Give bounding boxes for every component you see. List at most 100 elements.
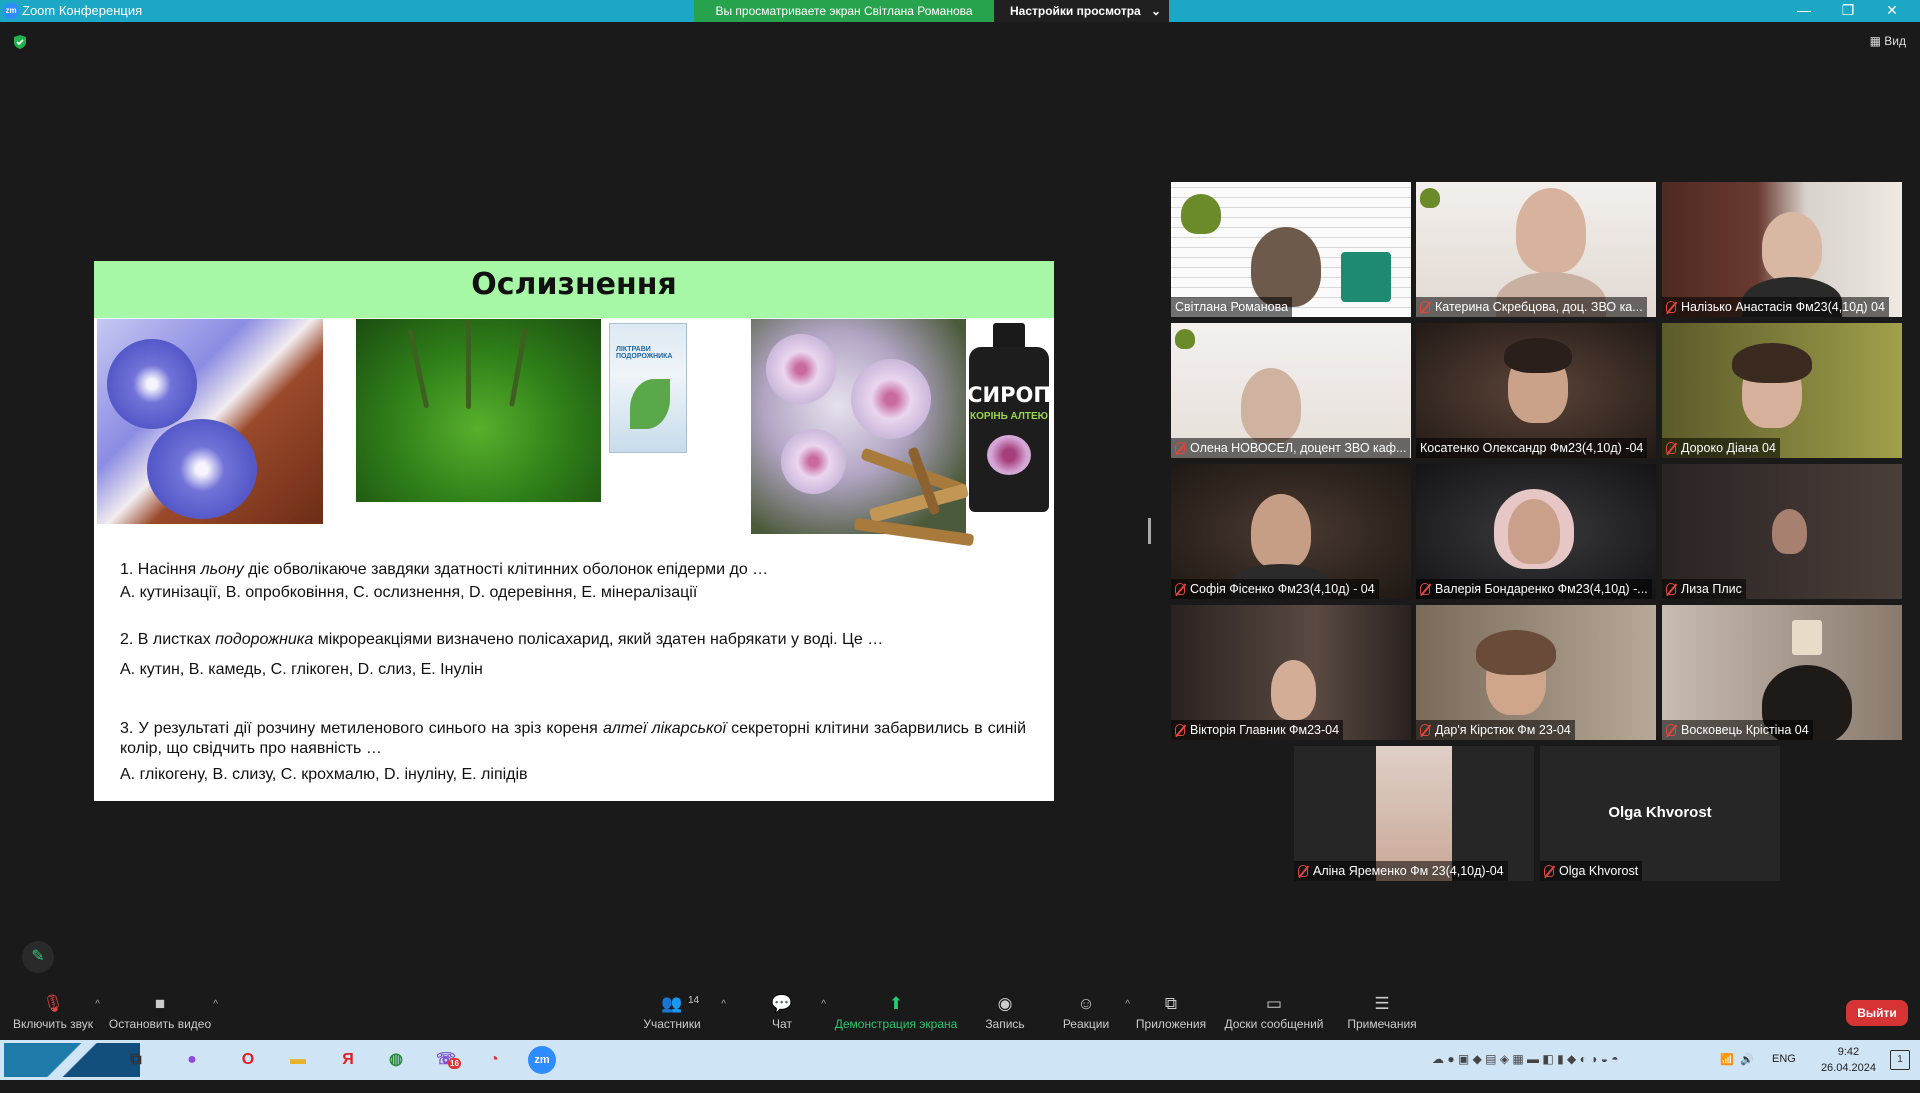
alice-assistant-icon[interactable]: ● [178,1046,206,1074]
mic-muted-icon [1420,724,1430,736]
participant-tile[interactable]: Olga Khvorost Olga Khvorost [1540,746,1780,881]
apps-button[interactable]: ⧉ Приложения [1134,985,1208,1040]
mic-muted-icon [1666,301,1676,313]
view-options-label: Настройки просмотра [1010,4,1141,18]
yandex-browser-icon[interactable]: Я [334,1046,362,1074]
close-icon[interactable]: ✕ [1870,0,1914,22]
viber-icon[interactable]: ☏ 16 [432,1046,461,1074]
mic-muted-icon [1175,583,1185,595]
language-indicator[interactable]: ENG [1772,1053,1796,1093]
flax-flower [107,339,197,429]
participants-button[interactable]: 👥 14 Участники ^ [642,985,726,1040]
annotate-pencil-icon[interactable]: ✎ [22,941,54,973]
notes-button[interactable]: ☰ Примечания [1344,985,1420,1040]
participant-name: Софія Фісенко Фм23(4,10д) - 04 [1171,579,1379,599]
participant-name-text: Аліна Яременко Фм 23(4,10д)-04 [1313,864,1504,878]
participant-tile[interactable]: Валерія Бондаренко Фм23(4,10д) -... [1416,464,1656,599]
system-clock[interactable]: 9:42 26.04.2024 [1821,1044,1876,1076]
participant-name: Дороко Діана 04 [1662,438,1780,458]
wall-picture [1792,620,1822,655]
yandex-music-icon[interactable]: ◔ [480,1046,508,1074]
volume-icon[interactable]: 🔊 [1740,1053,1754,1093]
participant-tile[interactable]: Дар'я Кірстюк Фм 23-04 [1416,605,1656,740]
whiteboards-button[interactable]: ▭ Доски сообщений [1222,985,1326,1040]
althea-flower [851,359,931,439]
clock-date: 26.04.2024 [1820,1062,1876,1074]
chrome-browser-icon[interactable]: ◍ [382,1046,410,1074]
mic-muted-icon [1666,442,1676,454]
apps-label: Приложения [1135,1017,1207,1031]
participant-tile[interactable]: Аліна Яременко Фм 23(4,10д)-04 [1294,746,1534,881]
bottle-body [969,347,1049,512]
restore-icon[interactable]: ❐ [1826,0,1870,22]
participant-name: Вікторія Главник Фм23-04 [1171,720,1344,740]
question-2-post: мікрореакціями визначено полісахарид, як… [313,631,884,648]
whiteboard-icon: ▭ [1265,994,1283,1013]
tray-icons[interactable]: ☁ ● ▣ ◆ ▤ ◈ ▦ ▬ ◧ ▮ ◆ ◐ ◑ ◒ ◓ [1432,1052,1619,1092]
question-1-text: 1. Насіння льону діє обволікаюче завдяки… [120,560,1026,580]
file-explorer-icon[interactable]: ▬ [284,1046,312,1074]
chat-button[interactable]: 💬 Чат ^ [762,985,826,1040]
participant-tile[interactable]: Катерина Скребцова, доц. ЗВО ка... [1416,182,1656,317]
zoom-logo-icon: zm [3,3,19,19]
chevron-up-icon[interactable]: ^ [213,999,218,1010]
window-title: Zoom Конференция [22,3,143,18]
question-1-italic: льону [200,561,244,578]
mic-muted-icon [1544,865,1554,877]
view-options-dropdown[interactable]: Настройки просмотра ⌄ [994,0,1169,22]
participant-name-text: Софія Фісенко Фм23(4,10д) - 04 [1190,582,1375,596]
shield-icon[interactable] [12,34,28,50]
unmute-button[interactable]: 🎙 Включить звук ^ [8,985,100,1040]
participant-name: Світлана Романова [1171,297,1293,317]
zoom-taskbar-icon[interactable]: zm [528,1046,556,1074]
view-button[interactable]: ▦ Вид [1870,34,1906,48]
chevron-down-icon: ⌄ [1150,4,1161,18]
participant-tile[interactable]: Світлана Романова [1171,182,1411,317]
participant-tile-active-speaker[interactable]: Косатенко Олександр Фм23(4,10д) -04 [1416,323,1656,458]
chevron-up-icon[interactable]: ^ [721,999,726,1010]
shared-screen-slide: Ослизнення ЛІКТРАВИ ПОДОРОЖНИКА СИРОП КО… [94,261,1054,801]
reactions-button[interactable]: ☺ Реакции ^ [1060,985,1130,1040]
share-screen-button[interactable]: ⬆ Демонстрация экрана [834,985,958,1040]
share-banner: Вы просматриваете экран Світлана Романов… [694,0,1169,22]
chevron-up-icon[interactable]: ^ [821,999,826,1010]
flax-image [97,319,323,524]
participant-figure [1271,660,1316,720]
participant-name: Olga Khvorost [1540,861,1643,881]
participant-tile[interactable]: Восковець Крістіна 04 [1662,605,1902,740]
participant-name: Валерія Бондаренко Фм23(4,10д) -... [1416,579,1652,599]
leaf-icon [630,379,670,429]
plantain-spike [509,327,528,407]
notification-center-icon[interactable]: 1 [1890,1050,1910,1070]
chevron-up-icon[interactable]: ^ [95,999,100,1010]
participant-name: Дар'я Кірстюк Фм 23-04 [1416,720,1575,740]
title-bar: zm Zoom Конференция Вы просматриваете эк… [0,0,1920,22]
university-logo [1175,329,1195,349]
chevron-up-icon[interactable]: ^ [1125,999,1130,1010]
network-icon[interactable]: 📶 [1720,1053,1734,1093]
question-3-answers: А. глікогену, В. слизу, С. крохмалю, D. … [120,766,528,783]
althea-flower [781,429,846,494]
notes-icon: ☰ [1374,994,1390,1013]
participant-display-name: Olga Khvorost [1608,804,1712,821]
participant-tile[interactable]: Дороко Діана 04 [1662,323,1902,458]
minimize-icon[interactable]: — [1782,0,1826,22]
record-button[interactable]: ◉ Запись [980,985,1030,1040]
participant-tile[interactable]: Вікторія Главник Фм23-04 [1171,605,1411,740]
question-2-answers: А. кутин, В. камедь, С. глікоген, D. сли… [120,661,483,678]
panel-resize-handle[interactable] [1148,518,1151,544]
taskbar-start-area[interactable] [4,1043,140,1077]
stop-video-button[interactable]: ■ Остановить видео ^ [108,985,218,1040]
opera-browser-icon[interactable]: O [234,1046,262,1074]
participant-tile[interactable]: Налізько Анастасія Фм23(4,10д) 04 [1662,182,1902,317]
task-view-icon[interactable]: ⧉ [122,1046,150,1074]
mic-muted-icon [1420,301,1430,313]
leave-button[interactable]: Выйти [1846,1000,1908,1026]
view-button-label: Вид [1884,34,1906,48]
syrup-flower-icon [987,435,1031,475]
unmute-label: Включить звук [12,1017,94,1031]
participant-tile[interactable]: Олена НОВОСЕЛ, доцент ЗВО каф... [1171,323,1411,458]
participant-tile[interactable]: Лиза Плис [1662,464,1902,599]
participant-tile[interactable]: Софія Фісенко Фм23(4,10д) - 04 [1171,464,1411,599]
reactions-label: Реакции [1062,1017,1110,1031]
